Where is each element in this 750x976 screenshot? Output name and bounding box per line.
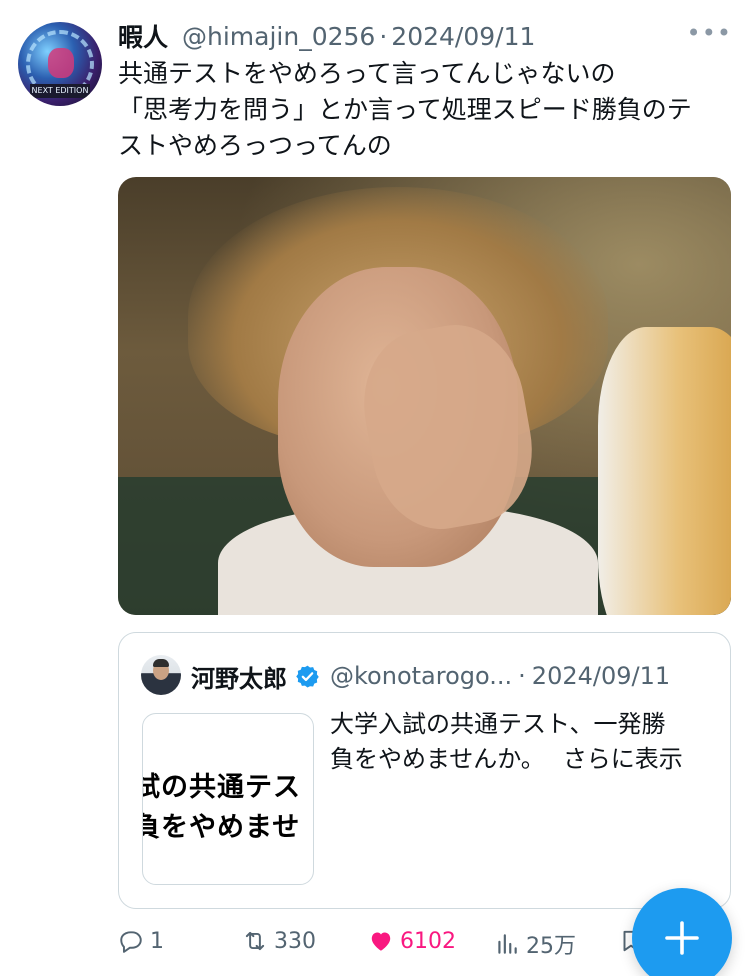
tweet-text-line: 共通テストをやめろって言ってんじゃないの: [118, 59, 616, 88]
author-avatar[interactable]: NEXT EDITION: [18, 22, 102, 106]
quoted-tweet-thumbnail: 試の共通テス 負をやめませ: [142, 713, 314, 885]
views-icon: [498, 934, 517, 954]
photo-jersey: [598, 327, 731, 615]
reply-icon: [120, 931, 142, 953]
plus-icon: [665, 921, 699, 955]
view-count: 25万: [526, 934, 576, 959]
more-options-icon[interactable]: •••: [687, 18, 732, 54]
retweet-icon: [245, 931, 265, 951]
quoted-text-line: 負をやめませんか。: [330, 745, 545, 773]
author-name[interactable]: 暇人: [118, 18, 168, 54]
verified-badge-icon: [296, 665, 319, 687]
quoted-tweet-header: 河野太郎 @konotarogo... · 2024/09/11: [191, 659, 721, 693]
header-separator: ·: [379, 21, 388, 51]
retweet-count: 330: [274, 928, 316, 954]
author-handle[interactable]: @himajin_0256: [182, 22, 375, 51]
quoted-tweet[interactable]: 河野太郎 @konotarogo... · 2024/09/11 試の共通テス …: [118, 632, 731, 909]
reply-count: 1: [150, 928, 164, 954]
quoted-author-avatar: [141, 655, 181, 695]
heart-icon: [371, 932, 391, 951]
reply-button[interactable]: 1: [118, 928, 164, 954]
like-button[interactable]: 6102: [368, 928, 456, 954]
quoted-text-line: 大学入試の共通テスト、一発勝: [330, 710, 666, 738]
views-button[interactable]: 25万: [494, 928, 576, 960]
avatar-hair: [153, 659, 169, 667]
tweet-header: 暇人 @himajin_0256 · 2024/09/11 •••: [118, 18, 738, 54]
thumbnail-text-line: 試の共通テス: [142, 772, 301, 803]
tweet-date[interactable]: 2024/09/11: [391, 22, 535, 51]
avatar-figure: [48, 48, 74, 78]
quoted-author-name: 河野太郎: [191, 664, 287, 693]
tweet-text: 共通テストをやめろって言ってんじゃないの 「思考力を問う」とか言って処理スピード…: [118, 56, 738, 164]
retweet-button[interactable]: 330: [242, 928, 316, 954]
quoted-header-separator: ·: [518, 662, 526, 690]
tweet-photo[interactable]: [118, 177, 731, 615]
tweet-text-line: ストやめろっつってんの: [118, 131, 392, 160]
show-more-link[interactable]: さらに表示: [563, 745, 683, 773]
quoted-tweet-text: 大学入試の共通テスト、一発勝 負をやめませんか。 さらに表示: [330, 707, 720, 777]
like-count: 6102: [400, 928, 456, 954]
quoted-author-handle: @konotarogo...: [330, 662, 513, 690]
quoted-tweet-date: 2024/09/11: [531, 662, 671, 690]
tweet-text-line: 「思考力を問う」とか言って処理スピード勝負のテ: [118, 95, 692, 124]
thumbnail-text-line: 負をやめませ: [142, 812, 301, 843]
avatar-logo-text: NEXT EDITION: [30, 84, 90, 98]
